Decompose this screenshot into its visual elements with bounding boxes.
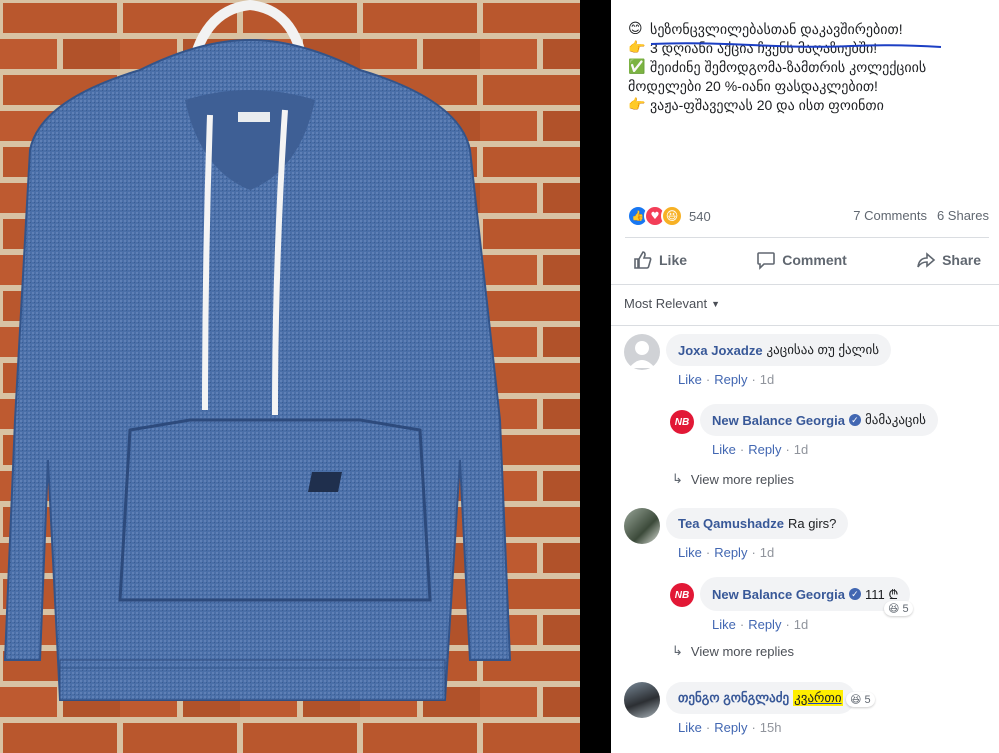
post-line: მოდელები 20 %-იანი ფასდაკლებით! — [628, 78, 878, 94]
commenter-name[interactable]: New Balance Georgia — [712, 587, 845, 602]
speech-bubble-icon — [757, 252, 776, 270]
comment-bubble: New Balance Georgia ✓ 111 ₾ — [700, 577, 911, 611]
divider — [625, 237, 989, 238]
comment-text: კაცისაა თუ ქალის — [766, 342, 879, 357]
comment: თენგო გონგლაძე კვართი 😆 5 Like · Reply · 1… — [624, 682, 875, 735]
comment-reply: NB New Balance Georgia ✓ 111 ₾ 😆 5 Like ·… — [670, 577, 913, 632]
post-panel: 😊 სეზონცვლილებასთან დაკავშირებით! 👉 3 დღია… — [611, 0, 999, 753]
view-more-replies-link[interactable]: ↳ View more replies — [672, 471, 794, 487]
comments-count-link[interactable]: 7 Comments — [853, 208, 927, 223]
pen-scribble-annotation — [651, 42, 942, 48]
product-photo — [0, 0, 580, 753]
like-button[interactable]: Like — [625, 250, 695, 270]
comment-bubble: Joxa Joxadze კაცისაა თუ ქალის — [666, 334, 891, 366]
comment-meta: Like · Reply · 15h — [678, 720, 782, 735]
comment: Tea Qamushadze Ra girs? Like · Reply · 1d — [624, 508, 849, 560]
reply-arrow-icon: ↳ — [672, 643, 683, 658]
photo-divider — [580, 0, 611, 753]
comment-reaction-badge[interactable]: 😆 5 — [884, 601, 913, 616]
comment-like-link[interactable]: Like — [678, 720, 702, 735]
post-line: 😊 სეზონცვლილებასთან დაკავშირებით! — [628, 21, 903, 37]
comment-reply-link[interactable]: Reply — [714, 720, 747, 735]
avatar[interactable] — [624, 682, 660, 718]
comment-meta: Like · Reply · 1d — [678, 545, 775, 560]
comment-reply-link[interactable]: Reply — [714, 545, 747, 560]
comment-reply-link[interactable]: Reply — [748, 617, 781, 632]
comment-bubble: Tea Qamushadze Ra girs? — [666, 508, 849, 539]
comment-like-link[interactable]: Like — [712, 617, 736, 632]
post-line: 👉 ვაჟა-ფშაველას 20 და ისთ ფოინთი — [628, 97, 884, 113]
comment-like-link[interactable]: Like — [678, 545, 702, 560]
comment-reply-link[interactable]: Reply — [748, 442, 781, 457]
comment-sort-dropdown[interactable]: Most Relevant ▼ — [624, 296, 720, 311]
share-button[interactable]: Share — [908, 250, 989, 270]
post-actions: Like Comment Share — [625, 244, 989, 276]
default-avatar-icon[interactable] — [624, 334, 660, 370]
laughing-face-icon: 😆 — [661, 205, 683, 227]
post-text: 😊 სეზონცვლილებასთან დაკავშირებით! 👉 3 დღია… — [628, 20, 988, 115]
comment-time[interactable]: 1d — [794, 617, 808, 632]
verified-check-icon: ✓ — [848, 414, 861, 426]
view-more-replies-link[interactable]: ↳ View more replies — [672, 643, 794, 659]
comment-time[interactable]: 1d — [760, 372, 774, 387]
comment-meta: Like · Reply · 1d — [712, 442, 809, 457]
hoodie-image — [0, 0, 580, 753]
smile-face-icon: 😊 — [628, 21, 643, 37]
post-stats: 7 Comments 6 Shares — [853, 208, 989, 223]
post-line: ✅ შეიძინე შემოდგომა-ზამთრის კოლექციის — [628, 59, 927, 75]
commenter-name[interactable]: Joxa Joxadze — [678, 343, 763, 358]
comment: Joxa Joxadze კაცისაა თუ ქალის Like · Repl… — [624, 334, 891, 387]
comment-reaction-badge[interactable]: 😆 5 — [846, 692, 875, 707]
comment-reply-link[interactable]: Reply — [714, 372, 747, 387]
comment-text: მამაკაცის — [864, 412, 926, 427]
comment-text: კვართი — [793, 690, 843, 706]
caret-down-icon: ▼ — [711, 298, 721, 309]
commenter-name[interactable]: თენგო გონგლაძე — [678, 690, 789, 706]
comment-like-link[interactable]: Like — [678, 372, 702, 387]
new-balance-logo-icon[interactable]: NB — [670, 410, 694, 434]
reply-arrow-icon: ↳ — [672, 471, 683, 486]
check-mark-icon: ✅ — [628, 59, 646, 75]
reaction-count: 540 — [689, 208, 711, 224]
comment-text: Ra girs? — [787, 516, 837, 531]
commenter-name[interactable]: Tea Qamushadze — [678, 516, 784, 531]
comment-meta: Like · Reply · 1d — [678, 372, 775, 387]
comment-meta: Like · Reply · 1d — [712, 617, 809, 632]
like-thumb-icon — [634, 251, 652, 269]
divider — [611, 284, 999, 285]
laughing-face-icon: 😆 — [850, 693, 862, 706]
comment-time[interactable]: 15h — [760, 720, 782, 735]
pointing-hand-icon: 👉 — [628, 97, 646, 113]
comment-time[interactable]: 1d — [760, 545, 774, 560]
comment-bubble: New Balance Georgia ✓ მამაკაცის — [700, 404, 938, 436]
divider — [611, 325, 999, 326]
comment-bubble: თენგო გონგლაძე კვართი — [666, 682, 855, 714]
comment-button[interactable]: Comment — [748, 250, 855, 270]
comment-reply: NB New Balance Georgia ✓ მამაკაცის Like ·… — [670, 404, 938, 457]
avatar[interactable] — [624, 508, 660, 544]
comment-like-link[interactable]: Like — [712, 442, 736, 457]
shares-count-link[interactable]: 6 Shares — [937, 208, 989, 223]
share-arrow-icon — [917, 252, 936, 268]
commenter-name[interactable]: New Balance Georgia — [712, 413, 845, 428]
reaction-summary[interactable]: 👍 ♥ 😆 540 — [627, 205, 711, 227]
pointing-hand-icon: 👉 — [628, 40, 646, 56]
verified-check-icon: ✓ — [848, 588, 861, 600]
new-balance-logo-icon[interactable]: NB — [670, 583, 694, 607]
laughing-face-icon: 😆 — [888, 602, 900, 615]
comment-time[interactable]: 1d — [794, 442, 808, 457]
